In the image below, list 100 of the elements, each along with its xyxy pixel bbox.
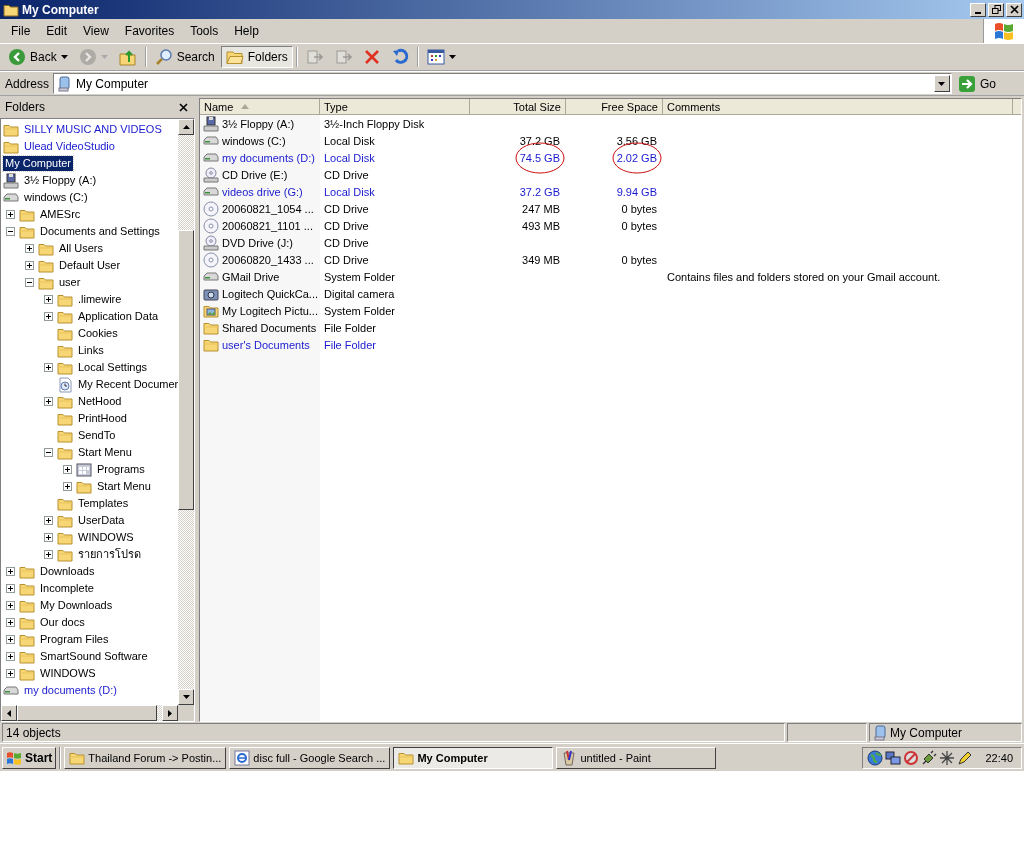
menu-item[interactable]: File — [3, 24, 39, 38]
expand-icon[interactable] — [44, 516, 53, 525]
expand-icon[interactable] — [63, 465, 72, 474]
tree-item[interactable]: Program Files — [38, 632, 111, 647]
tree-item[interactable]: Start Menu — [76, 445, 134, 460]
taskbar-button[interactable]: Thailand Forum -> Postin... — [64, 746, 227, 769]
item-name[interactable]: my documents (D:) — [222, 151, 315, 164]
tree-item[interactable]: Ulead VideoStudio — [22, 139, 117, 154]
tree-item[interactable]: .limewire — [76, 292, 124, 307]
tree-item[interactable]: windows (C:) — [22, 190, 90, 205]
expand-icon[interactable] — [63, 482, 72, 491]
expand-icon[interactable] — [6, 652, 15, 661]
tree-item[interactable]: WINDOWS — [38, 666, 98, 681]
tree-item[interactable]: SendTo — [76, 428, 118, 443]
globe-icon[interactable] — [867, 749, 884, 766]
restore-button[interactable] — [988, 2, 1004, 17]
tree-item[interactable]: user — [57, 275, 83, 290]
tree-item[interactable]: Local Settings — [76, 360, 150, 375]
expand-icon[interactable] — [6, 210, 15, 219]
menu-item[interactable]: Help — [226, 24, 267, 38]
item-name[interactable]: My Logitech Pictu... — [222, 304, 318, 317]
item-name[interactable]: 20060821_1101 ... — [222, 219, 313, 232]
tree-item[interactable]: SILLY MUSIC AND VIDEOS — [22, 122, 164, 137]
expand-icon[interactable] — [44, 312, 53, 321]
tree-item[interactable]: Documents and Settings — [38, 224, 162, 239]
scroll-down-button[interactable] — [178, 689, 194, 705]
tree-item[interactable]: Application Data — [76, 309, 161, 324]
address-field[interactable]: My Computer — [53, 73, 952, 94]
expand-icon[interactable] — [44, 550, 53, 559]
search-button[interactable]: Search — [149, 46, 220, 68]
expand-icon[interactable] — [44, 397, 53, 406]
tree-item[interactable]: Links — [76, 343, 106, 358]
tree-item[interactable]: My Recent Documer — [76, 377, 178, 392]
item-name[interactable]: 3½ Floppy (A:) — [222, 117, 295, 130]
tree-item[interactable]: Templates — [76, 496, 131, 511]
scroll-thumb[interactable] — [178, 230, 194, 510]
tree-item[interactable]: Our docs — [38, 615, 87, 630]
back-button[interactable]: Back — [3, 46, 73, 68]
menu-item[interactable]: Favorites — [116, 24, 183, 38]
expand-icon[interactable] — [6, 584, 15, 593]
scroll-track[interactable] — [157, 705, 162, 721]
collapse-icon[interactable] — [6, 227, 15, 236]
close-icon[interactable] — [179, 102, 188, 112]
minimize-button[interactable] — [970, 2, 986, 17]
tree-item[interactable]: Incomplete — [38, 581, 96, 596]
item-name[interactable]: Shared Documents — [222, 321, 317, 334]
go-button[interactable]: Go — [956, 73, 1022, 94]
tree-item[interactable]: All Users — [57, 241, 105, 256]
tree-item[interactable]: WINDOWS — [76, 530, 136, 545]
item-name[interactable]: videos drive (G:) — [222, 185, 303, 198]
no-entry-icon[interactable] — [903, 749, 920, 766]
tree-item[interactable]: PrintHood — [76, 411, 129, 426]
menu-item[interactable]: Edit — [38, 24, 76, 38]
tree-item[interactable]: Cookies — [76, 326, 120, 341]
item-name[interactable]: 20060821_1054 ... — [222, 202, 314, 215]
expand-icon[interactable] — [44, 533, 53, 542]
tree-item[interactable]: 3½ Floppy (A:) — [22, 173, 99, 188]
expand-icon[interactable] — [25, 261, 34, 270]
item-name[interactable]: Logitech QuickCa... — [222, 287, 318, 300]
tree-item[interactable]: รายการโปรด — [76, 547, 143, 562]
scroll-left-button[interactable] — [1, 705, 17, 721]
column-header[interactable]: Free Space — [566, 99, 663, 115]
star-icon[interactable] — [939, 749, 956, 766]
column-header[interactable]: Type — [320, 99, 470, 115]
expand-icon[interactable] — [6, 669, 15, 678]
tree-item[interactable]: Default User — [57, 258, 123, 273]
tree-item[interactable]: NetHood — [76, 394, 124, 409]
pencil-icon[interactable] — [957, 749, 974, 766]
item-name[interactable]: user's Documents — [222, 338, 310, 351]
scroll-right-button[interactable] — [162, 705, 178, 721]
column-header[interactable]: Total Size — [470, 99, 566, 115]
scroll-up-button[interactable] — [178, 119, 194, 135]
item-name[interactable]: 20060820_1433 ... — [222, 253, 314, 266]
expand-icon[interactable] — [6, 601, 15, 610]
expand-icon[interactable] — [6, 567, 15, 576]
taskbar-button[interactable]: untitled - Paint — [556, 746, 717, 769]
dropdown-button[interactable] — [934, 75, 950, 92]
expand-icon[interactable] — [44, 295, 53, 304]
taskbar-button[interactable]: My Computer — [393, 746, 554, 769]
item-name[interactable]: GMail Drive — [222, 270, 280, 283]
item-name[interactable]: CD Drive (E:) — [222, 168, 288, 181]
taskbar-button[interactable]: disc full - Google Search ... — [229, 746, 391, 769]
expand-icon[interactable] — [44, 363, 53, 372]
item-name[interactable]: DVD Drive (J:) — [222, 236, 293, 249]
tree-item[interactable]: AMESrc — [38, 207, 83, 222]
column-header[interactable]: Name — [200, 99, 320, 115]
tree-item[interactable]: Start Menu — [95, 479, 153, 494]
folders-button[interactable]: Folders — [220, 46, 293, 68]
close-button[interactable] — [1006, 2, 1022, 17]
collapse-icon[interactable] — [25, 278, 34, 287]
tree-item[interactable]: My Downloads — [38, 598, 115, 613]
column-header[interactable]: Comments — [663, 99, 1013, 115]
plug-icon[interactable] — [921, 749, 938, 766]
item-name[interactable]: windows (C:) — [222, 134, 286, 147]
collapse-icon[interactable] — [44, 448, 53, 457]
tree-item[interactable]: my documents (D:) — [22, 683, 119, 698]
scroll-thumb[interactable] — [17, 705, 157, 721]
start-button[interactable]: Start — [2, 746, 57, 769]
expand-icon[interactable] — [6, 635, 15, 644]
expand-icon[interactable] — [6, 618, 15, 627]
